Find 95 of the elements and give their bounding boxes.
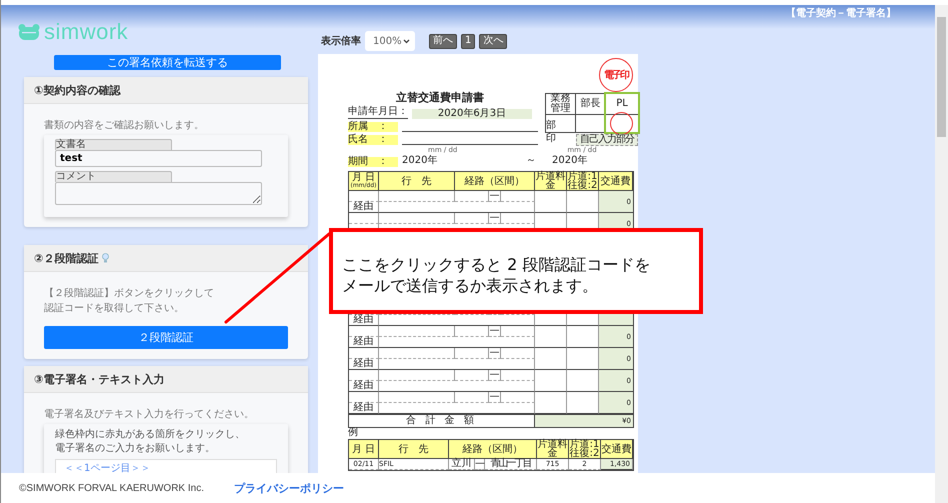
via-label: 経由 xyxy=(349,337,379,348)
self-input-label: 自己入力部分 xyxy=(576,134,638,146)
table-cell xyxy=(349,213,379,224)
name-label: 氏名 ： xyxy=(348,135,398,145)
transfer-button[interactable]: この署名依頼を転送する xyxy=(54,55,281,70)
dash-text: — xyxy=(489,191,501,202)
column-header: 片道料金 xyxy=(535,172,567,191)
via-label: 経由 xyxy=(349,381,379,392)
table-cell xyxy=(501,348,535,359)
table-cell xyxy=(349,370,379,381)
comment-field[interactable] xyxy=(55,182,262,205)
dash-text: — xyxy=(489,370,501,381)
page-title: 【電子契約－電子署名】 xyxy=(786,6,896,20)
dept-label: 所属 ： xyxy=(348,122,398,132)
table-cell xyxy=(455,326,489,337)
field-label: 文書名 xyxy=(55,139,172,150)
dept-suffix: 部 xyxy=(546,118,556,132)
period-separator: ～ xyxy=(526,154,537,167)
section-title: ①契約内容の確認 xyxy=(34,82,120,98)
column-header: 行 先 xyxy=(379,440,449,459)
dash-text: — xyxy=(489,392,501,403)
prev-page-button[interactable]: 前へ xyxy=(429,34,457,48)
instruction-text: 【２段階認証】ボタンをクリックして xyxy=(44,286,215,301)
table-cell: 立川 xyxy=(449,459,475,470)
table-cell xyxy=(501,370,535,381)
table-cell xyxy=(349,392,379,403)
column-header: 交通費 xyxy=(601,440,633,459)
dash-text: — xyxy=(489,213,501,224)
example-label: 例 xyxy=(348,428,359,438)
bear-logo-icon xyxy=(18,24,40,40)
dash-text: — xyxy=(489,348,501,359)
date-value: 2020年6月3日 xyxy=(412,109,532,119)
table-cell xyxy=(349,191,379,202)
page-number-button[interactable]: 1 xyxy=(461,34,476,48)
field-label: コメント xyxy=(55,171,172,182)
table-cell: — xyxy=(475,459,485,470)
table-cell xyxy=(501,191,535,202)
column-header: 行 先 xyxy=(379,172,455,191)
note-text: 緑色枠内に赤丸がある箇所をクリックし、 xyxy=(55,428,246,442)
period-label: 期間 ： xyxy=(348,157,398,167)
table-cell xyxy=(501,392,535,403)
period-from: 2020年 xyxy=(402,154,438,167)
table-cell xyxy=(501,326,535,337)
table-cell xyxy=(535,348,567,370)
e-stamp[interactable]: 電子印 xyxy=(599,58,633,92)
section-title: ②２段階認証 xyxy=(34,250,98,266)
page-link[interactable]: ＜＜1ページ目＞＞ xyxy=(55,459,277,473)
document-title: 立替交通費申請書 xyxy=(395,90,485,105)
table-cell xyxy=(349,326,379,337)
callout-text: ここをクリックすると 2 段階認証コードを xyxy=(342,254,652,275)
next-page-button[interactable]: 次へ xyxy=(479,34,508,48)
table-cell xyxy=(455,370,489,381)
via-label: 経由 xyxy=(349,403,379,414)
column-header: 交通費 xyxy=(599,172,633,191)
approval-cell: PL xyxy=(606,94,638,132)
dash-text: — xyxy=(489,326,501,337)
table-cell xyxy=(455,348,489,359)
table-cell: 青山一丁目 xyxy=(485,459,537,470)
seal-mark: 印 xyxy=(546,132,556,145)
column-header: 片道:1 往復:2 xyxy=(567,172,599,191)
section-title: ③電子署名・テキスト入力 xyxy=(34,372,164,386)
via-label: 経由 xyxy=(349,315,379,326)
copyright-text: ©SIMWORK FORVAL KAERUWORK Inc. xyxy=(19,482,204,494)
column-header: 経路（区間） xyxy=(455,172,535,191)
table-cell xyxy=(535,326,567,348)
chevron-down-icon xyxy=(403,38,410,44)
table-cell xyxy=(535,392,567,414)
column-header: 月 日 xyxy=(349,440,379,459)
instruction-text: 認証コードを取得して下さい。 xyxy=(44,302,185,316)
zoom-select[interactable]: 100% xyxy=(365,31,415,51)
note-text: 電子署名のご入力をお願いします。 xyxy=(55,442,216,456)
date-label: 申請年月日： xyxy=(348,104,408,119)
via-label: 経由 xyxy=(349,202,379,213)
zoom-label: 表示倍率 xyxy=(321,34,361,48)
callout-text: メールで送信するか表示されます。 xyxy=(342,275,599,296)
scrollbar[interactable] xyxy=(935,5,948,503)
column-header: 片道料金 xyxy=(537,440,569,459)
table-cell xyxy=(455,392,489,403)
privacy-policy-link[interactable]: プライバシーポリシー xyxy=(234,480,344,496)
logo-text: simwork xyxy=(44,19,128,45)
column-header: 片道:1 往復:2 xyxy=(569,440,601,459)
instruction-text: 電子署名及びテキスト入力を行ってください。 xyxy=(44,408,255,422)
table-cell xyxy=(349,348,379,359)
table-cell xyxy=(455,213,489,224)
lightbulb-icon xyxy=(102,253,110,263)
table-cell xyxy=(501,213,535,224)
table-cell xyxy=(455,191,489,202)
via-label: 経由 xyxy=(349,359,379,370)
period-to: 2020年 xyxy=(552,154,588,167)
two-factor-button[interactable]: ２段階認証 xyxy=(44,326,288,349)
instruction-text: 書類の内容をご確認お願いします。 xyxy=(44,118,205,133)
document-name-field[interactable]: test xyxy=(55,150,262,167)
table-cell xyxy=(535,370,567,392)
column-header: 経路（区間） xyxy=(449,440,537,459)
approval-cell: 部長 xyxy=(576,94,606,132)
